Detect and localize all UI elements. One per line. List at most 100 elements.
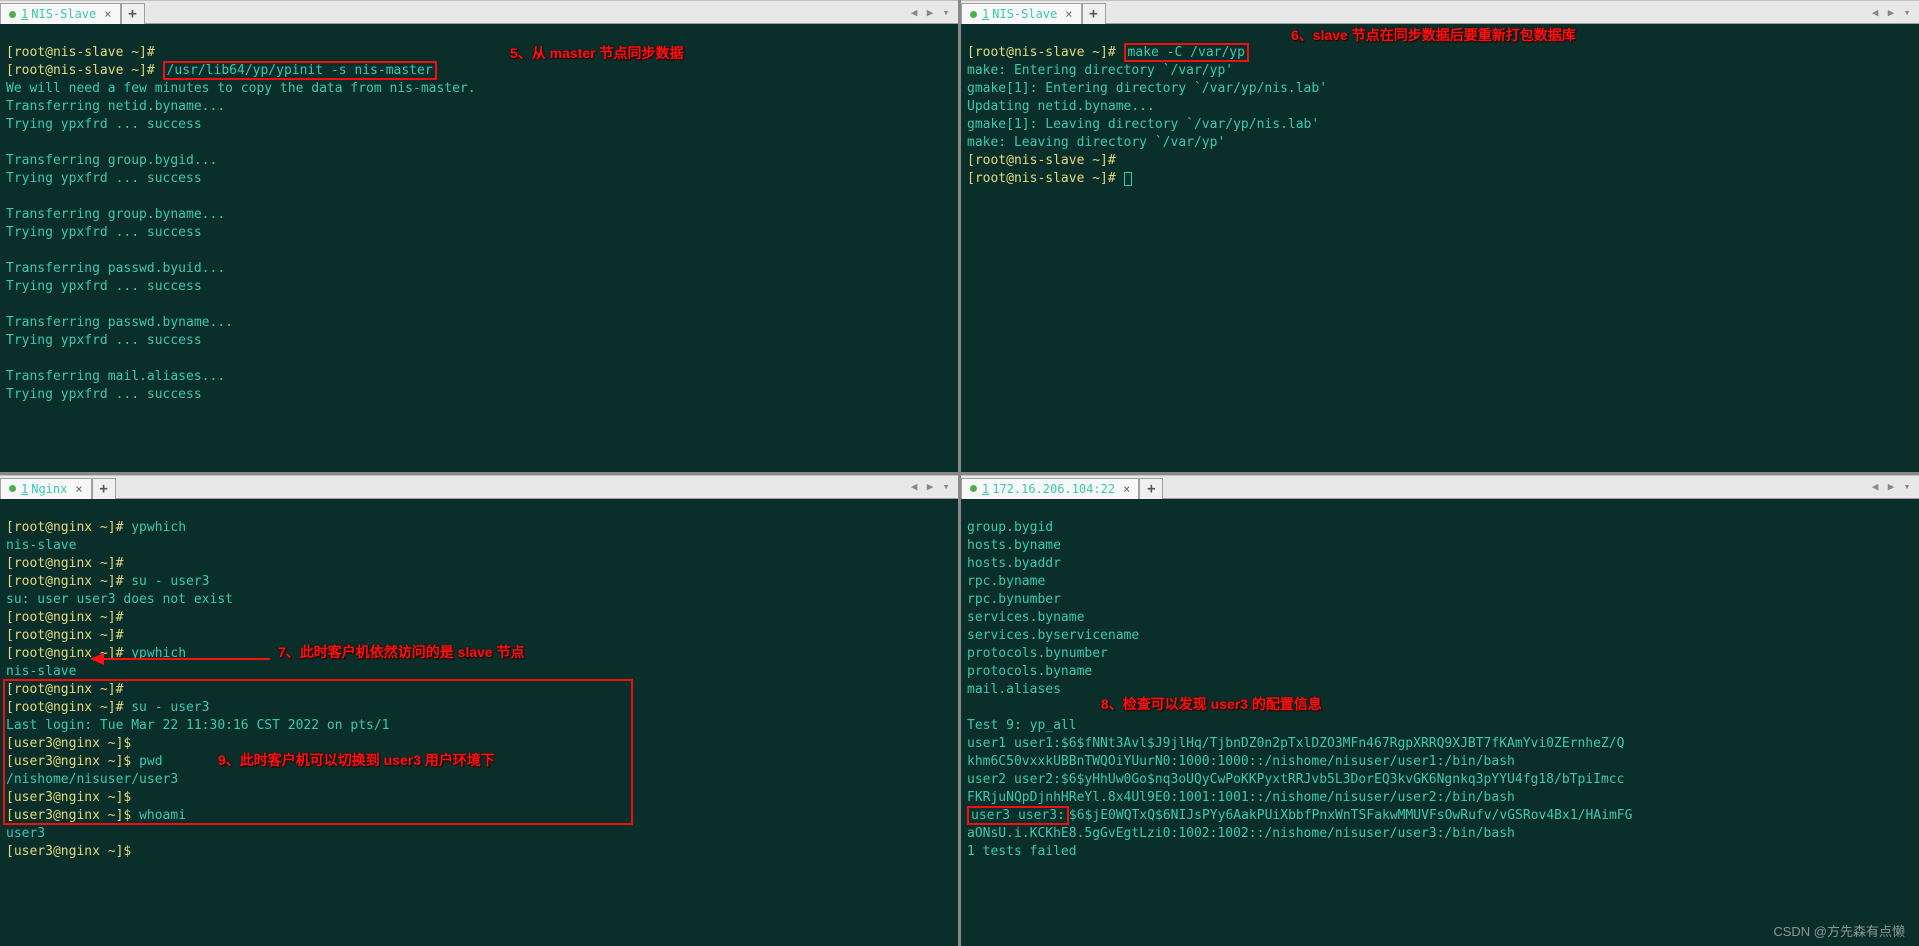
tab-label: 172.16.206.104:22 [992,482,1115,496]
terminal-br[interactable]: group.bygid hosts.byname hosts.byaddr rp… [961,499,1919,946]
output-line: hosts.byname [967,538,1061,553]
terminal-tr[interactable]: [root@nis-slave ~]# make -C /var/yp make… [961,24,1919,472]
nav-prev-icon[interactable]: ◀ [1867,6,1883,19]
tab-label: Nginx [31,482,67,496]
output-line: aONsU.i.KCKhE8.5gGvEgtLzi0:1002:1002::/n… [967,826,1515,841]
prompt: [root@nginx ~]# [6,520,123,535]
command-text: ypwhich [131,646,186,661]
tab-number: 1 [982,482,989,496]
command-text: pwd [139,754,162,769]
tab-close-icon[interactable]: × [104,7,111,21]
command-text: whoami [139,808,186,823]
tab-number: 1 [21,482,28,496]
output-line: hosts.byaddr [967,556,1061,571]
nav-next-icon[interactable]: ▶ [922,6,938,19]
tab-close-icon[interactable]: × [1065,7,1072,21]
prompt: [user3@nginx ~]$ [6,736,131,751]
nav-next-icon[interactable]: ▶ [1883,480,1899,493]
output-line: Trying ypxfrd ... success [6,117,202,132]
tab-close-icon[interactable]: × [1123,482,1130,496]
output-line: $6$jE0WQTxQ$6NIJsPYy6AakPUiXbbfPnxWnTSFa… [1069,808,1633,823]
command-text: /usr/lib64/yp/ypinit -s nis-master [167,63,433,78]
pane-bottom-right: 1 172.16.206.104:22 × + ◀ ▶ ▾ group.bygi… [961,475,1919,946]
command-text: ypwhich [131,520,186,535]
output-line: Transferring passwd.byname... [6,315,233,330]
tab-label: NIS-Slave [992,7,1057,21]
tab-nis-slave-tl[interactable]: 1 NIS-Slave × [0,3,121,24]
annotation-6: 6、slave 节点在同步数据后要重新打包数据库 [1291,26,1576,44]
cmd-highlight-box: /usr/lib64/yp/ypinit -s nis-master [163,61,437,80]
pane-top-right: 1 NIS-Slave × + ◀ ▶ ▾ [root@nis-slave ~]… [961,0,1919,472]
user3-highlight-box: user3 user3: [967,806,1069,825]
output-line: group.bygid [967,520,1053,535]
output-line: Transferring mail.aliases... [6,369,225,384]
output-line: gmake[1]: Entering directory `/var/yp/ni… [967,81,1327,96]
output-line: khm6C50vxxkUBBnTWQOiYUurN0:1000:1000::/n… [967,754,1515,769]
cmd-highlight-box: make -C /var/yp [1124,43,1249,62]
output-line: services.byname [967,610,1084,625]
output-line: Transferring passwd.byuid... [6,261,225,276]
output-line: Transferring netid.byname... [6,99,225,114]
output-line: Trying ypxfrd ... success [6,171,202,186]
tabbar-tr: 1 NIS-Slave × + ◀ ▶ ▾ [961,0,1919,24]
nav-menu-icon[interactable]: ▾ [1899,480,1915,493]
new-tab-button[interactable]: + [1082,3,1106,24]
terminal-tl[interactable]: [root@nis-slave ~]# [root@nis-slave ~]# … [0,24,958,472]
annotation-9: 9、此时客户机可以切换到 user3 用户环境下 [218,751,495,769]
output-line: services.byservicename [967,628,1139,643]
tabbar-br: 1 172.16.206.104:22 × + ◀ ▶ ▾ [961,475,1919,499]
prompt: [user3@nginx ~]$ [6,754,131,769]
tab-active-dot-icon [9,485,16,492]
prompt: [root@nginx ~]# [6,556,123,571]
prompt: [root@nis-slave ~]# [967,45,1116,60]
prompt: [root@nis-slave ~]# [967,153,1116,168]
output-line: Transferring group.bygid... [6,153,217,168]
prompt: [root@nginx ~]# [6,646,123,661]
output-line: Trying ypxfrd ... success [6,225,202,240]
nav-next-icon[interactable]: ▶ [922,480,938,493]
nav-next-icon[interactable]: ▶ [1883,6,1899,19]
prompt: [user3@nginx ~]$ [6,844,131,859]
prompt: [root@nginx ~]# [6,574,123,589]
tab-nis-slave-tr[interactable]: 1 NIS-Slave × [961,3,1082,24]
command-text: su - user3 [131,574,209,589]
tab-nginx[interactable]: 1 Nginx × [0,478,92,499]
prompt: [root@nginx ~]# [6,700,123,715]
nav-prev-icon[interactable]: ◀ [1867,480,1883,493]
tab-close-icon[interactable]: × [75,482,82,496]
tabbar-tl: 1 NIS-Slave × + ◀ ▶ ▾ [0,0,958,24]
terminal-bl[interactable]: [root@nginx ~]# ypwhich nis-slave [root@… [0,499,958,946]
output-line: gmake[1]: Leaving directory `/var/yp/nis… [967,117,1319,132]
tab-ssh-ip[interactable]: 1 172.16.206.104:22 × [961,478,1139,499]
prompt: [root@nginx ~]# [6,610,123,625]
new-tab-button[interactable]: + [1139,478,1163,499]
prompt: [root@nginx ~]# [6,682,123,697]
output-line: Transferring group.byname... [6,207,225,222]
output-line: Updating netid.byname... [967,99,1155,114]
output-line: nis-slave [6,538,76,553]
annotation-7: 7、此时客户机依然访问的是 slave 节点 [278,643,525,661]
output-line: protocols.byname [967,664,1092,679]
tab-number: 1 [21,7,28,21]
pane-bottom-left: 1 Nginx × + ◀ ▶ ▾ [root@nginx ~]# ypwhic… [0,475,958,946]
command-text: make -C /var/yp [1128,45,1245,60]
nav-prev-icon[interactable]: ◀ [906,6,922,19]
output-line: Trying ypxfrd ... success [6,387,202,402]
output-line: make: Leaving directory `/var/yp' [967,135,1225,150]
prompt: [root@nis-slave ~]# [6,63,155,78]
prompt: [root@nginx ~]# [6,628,123,643]
prompt: [user3@nginx ~]$ [6,790,131,805]
new-tab-button[interactable]: + [92,478,116,499]
output-line: make: Entering directory `/var/yp' [967,63,1233,78]
output-line: rpc.byname [967,574,1045,589]
tab-label: NIS-Slave [31,7,96,21]
new-tab-button[interactable]: + [121,3,145,24]
nav-menu-icon[interactable]: ▾ [938,480,954,493]
nav-menu-icon[interactable]: ▾ [938,6,954,19]
output-line: Trying ypxfrd ... success [6,279,202,294]
output-line: Test 9: yp_all [967,718,1077,733]
output-line: user3 [6,826,45,841]
nav-prev-icon[interactable]: ◀ [906,480,922,493]
annotation-5: 5、从 master 节点同步数据 [510,44,683,62]
nav-menu-icon[interactable]: ▾ [1899,6,1915,19]
